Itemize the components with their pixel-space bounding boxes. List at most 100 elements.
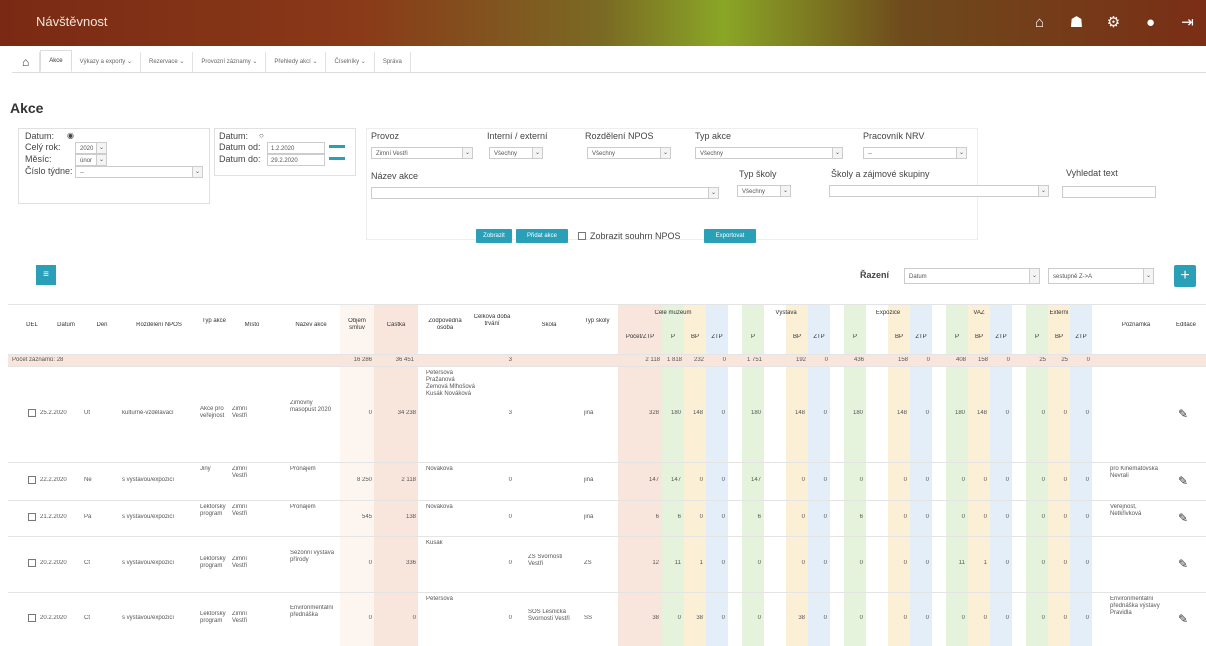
header-typ-skoly[interactable]: Typ školy — [582, 318, 612, 325]
row-num: 0 — [757, 560, 761, 566]
header-doba[interactable]: Celková doba trvání — [472, 314, 512, 328]
users-icon[interactable]: ☗ — [1058, 10, 1095, 36]
gear-icon[interactable]: ⚙ — [1095, 10, 1132, 36]
row-doba: 0 — [508, 477, 512, 483]
row-castka: 138 — [405, 514, 416, 520]
tab-vykazy[interactable]: Výkazy a exporty ⌄ — [72, 52, 141, 72]
edit-pencil-icon[interactable]: ✎ — [1178, 557, 1188, 571]
edit-pencil-icon[interactable]: ✎ — [1178, 511, 1188, 525]
search-input[interactable] — [1062, 186, 1156, 198]
row-datum: 22.2.2020 — [40, 477, 67, 483]
app-brand[interactable]: Návštěvnost — [36, 14, 108, 29]
sort-order-select[interactable]: sestupně Z->A ⌄ — [1048, 268, 1154, 284]
header-expozice: Expozice — [875, 310, 901, 316]
header-vaz: VAZ — [973, 310, 985, 316]
row-select-checkbox[interactable] — [28, 409, 36, 417]
edit-pencil-icon[interactable]: ✎ — [1178, 407, 1188, 421]
header-del[interactable]: DEL — [22, 322, 42, 329]
cislo-tydne-select[interactable]: -- ⌄ — [75, 166, 203, 178]
row-num: 0 — [925, 410, 929, 416]
interni-select[interactable]: Všechny ⌄ — [489, 147, 543, 159]
header-vystava: Výstava — [775, 310, 797, 316]
typ-skoly-label: Typ školy — [739, 169, 777, 179]
row-num: 0 — [757, 615, 761, 621]
header-poznamka[interactable]: Poznámka — [1110, 322, 1162, 329]
page-title: Akce — [10, 100, 44, 116]
typ-skoly-select[interactable]: Všechny ⌄ — [737, 185, 791, 197]
subheader-pocet-ztp: Počet/ZTP — [625, 334, 655, 340]
row-num: 0 — [983, 477, 987, 483]
tab-ciselniky[interactable]: Číselníky ⌄ — [326, 52, 375, 72]
row-select-checkbox[interactable] — [28, 513, 36, 521]
header-rozdeleni[interactable]: Rozdělení NPOS — [120, 322, 198, 329]
user-icon[interactable]: ● — [1132, 10, 1169, 36]
pridat-akce-button[interactable]: Přidat akce — [516, 229, 568, 243]
header-castka[interactable]: Částka — [374, 322, 418, 329]
typ-akce-select[interactable]: Všechny ⌄ — [695, 147, 843, 159]
row-select-checkbox[interactable] — [28, 476, 36, 484]
tab-prehledy[interactable]: Přehledy akcí ⌄ — [266, 52, 327, 72]
header-objem[interactable]: Objem smluv — [340, 318, 374, 332]
row-select-checkbox[interactable] — [28, 559, 36, 567]
tab-rezervace[interactable]: Rezervace ⌄ — [141, 52, 194, 72]
summary-num: 408 — [955, 357, 966, 363]
row-num: 0 — [1085, 514, 1089, 520]
summary-num: 0 — [1086, 357, 1090, 363]
calendar-icon[interactable] — [329, 157, 345, 160]
row-num: 11 — [958, 560, 965, 566]
header-skola[interactable]: Škola — [524, 322, 574, 329]
datum-od-input[interactable]: 1.2.2020 — [267, 142, 325, 154]
tab-sprava[interactable]: Správa — [375, 52, 411, 72]
row-num: 0 — [801, 477, 805, 483]
row-doba: 0 — [508, 514, 512, 520]
rozdeleni-select[interactable]: Všechny ⌄ — [587, 147, 671, 159]
row-typ-akce: Lektorský program — [200, 611, 226, 624]
row-num: 6 — [655, 514, 659, 520]
row-rozdeleni: s výstavou/expozicí — [122, 615, 175, 621]
calendar-icon[interactable] — [329, 145, 345, 148]
row-typ-skoly: jiná — [584, 514, 594, 520]
datum-do-input[interactable]: 29.2.2020 — [267, 154, 325, 166]
header-nazev[interactable]: Název akce — [282, 322, 340, 329]
header-typ-akce[interactable]: Typ akce — [200, 318, 228, 325]
nav-home-icon[interactable]: ⌂ — [12, 52, 41, 72]
pracovnik-select[interactable]: -- ⌄ — [863, 147, 967, 159]
row-typ-akce: Akce pro veřejnost — [200, 406, 225, 419]
zobrazit-button[interactable]: Zobrazit — [476, 229, 512, 243]
tab-provozni[interactable]: Provozní záznamy ⌄ — [193, 52, 267, 72]
row-num: 0 — [1085, 410, 1089, 416]
mesic-select[interactable]: únor ⌄ — [75, 154, 107, 166]
header-osoba[interactable]: Zodpovědná osoba — [420, 318, 470, 332]
row-num: 0 — [983, 615, 987, 621]
logout-icon[interactable]: ⇥ — [1169, 10, 1206, 36]
sort-label: Řazení — [860, 270, 890, 280]
row-typ-skoly: ZŠ — [584, 560, 592, 566]
exportovat-button[interactable]: Exportovat — [704, 229, 756, 243]
edit-pencil-icon[interactable]: ✎ — [1178, 474, 1188, 488]
provoz-select[interactable]: Zimní Vestři ⌄ — [371, 147, 473, 159]
chevron-down-icon: ⌄ — [1038, 186, 1048, 196]
home-icon[interactable]: ⌂ — [1021, 10, 1058, 36]
header-den[interactable]: Den — [86, 322, 118, 329]
row-osoba: Nováková — [426, 504, 453, 510]
date-radio1[interactable]: ◉ — [67, 131, 74, 140]
celyrok-select[interactable]: 2020 ⌄ — [75, 142, 107, 154]
chevron-down-icon: ⌄ — [708, 188, 718, 198]
row-num: 0 — [1063, 514, 1067, 520]
header-misto[interactable]: Místo — [230, 322, 274, 329]
menu-icon[interactable]: ≡ — [36, 265, 56, 285]
tab-akce[interactable]: Akce — [40, 50, 72, 72]
skoly-select[interactable]: ⌄ — [829, 185, 1049, 197]
row-num: 180 — [852, 410, 863, 416]
date-radio2[interactable]: ○ — [259, 131, 264, 140]
typ-akce-label: Typ akce — [695, 131, 732, 141]
add-button[interactable]: + — [1174, 265, 1196, 287]
edit-pencil-icon[interactable]: ✎ — [1178, 612, 1188, 626]
chevron-down-icon: ⌄ — [96, 155, 106, 165]
header-datum[interactable]: Datum — [48, 322, 84, 329]
zobrazit-souhrn-checkbox[interactable] — [578, 232, 586, 240]
sort-field-select[interactable]: Datum ⌄ — [904, 268, 1040, 284]
nazev-akce-select[interactable]: ⌄ — [371, 187, 719, 199]
row-select-checkbox[interactable] — [28, 614, 36, 622]
row-typ-akce: Lektorský program — [200, 556, 226, 569]
